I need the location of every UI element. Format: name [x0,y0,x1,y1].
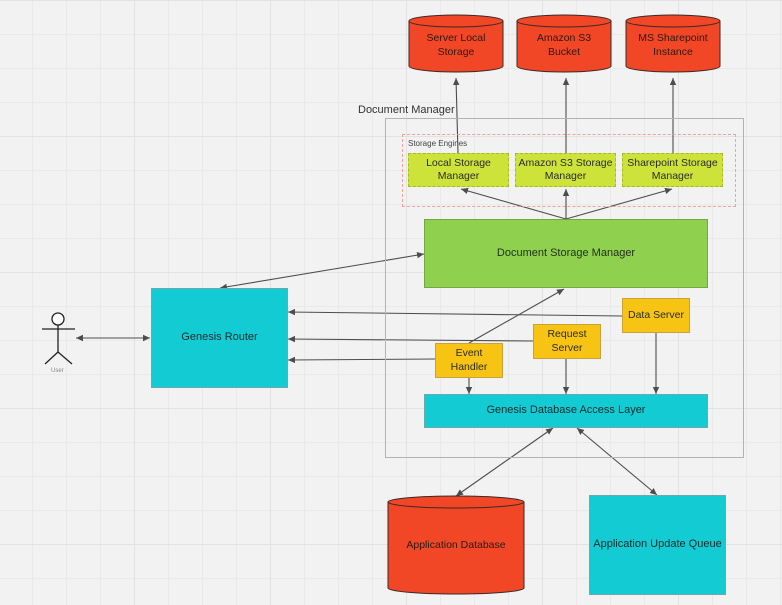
ms-sharepoint-instance-label: MS Sharepoint Instance [626,28,720,64]
data-server[interactable]: Data Server [622,298,690,333]
server-local-storage-label: Server Local Storage [409,28,503,64]
genesis-database-access-layer[interactable]: Genesis Database Access Layer [424,394,708,428]
sharepoint-storage-manager[interactable]: Sharepoint Storage Manager [622,153,723,187]
label-line: Event [455,347,483,360]
label-line: Local Storage [426,156,491,169]
label-line: MS Sharepoint [638,32,708,45]
label-line: Storage [437,46,475,58]
label-line: Manager [437,170,480,182]
genesis-router-label: Genesis Router [181,331,258,344]
event-handler[interactable]: Event Handler [435,343,503,378]
label-line: Server Local [426,32,486,45]
amazon-s3-storage-manager[interactable]: Amazon S3 Storage Manager [515,153,616,187]
user-actor-icon[interactable] [42,312,75,365]
genesis-router[interactable]: Genesis Router [151,288,288,388]
request-server[interactable]: Request Server [533,324,601,359]
database-access-layer-label: Genesis Database Access Layer [486,404,646,417]
document-storage-manager-label: Document Storage Manager [496,246,636,259]
local-storage-manager[interactable]: Local Storage Manager [408,153,509,187]
label-line: Amazon S3 [536,32,592,45]
label-line: Sharepoint Storage [627,156,718,169]
document-storage-manager[interactable]: Document Storage Manager [424,219,708,288]
label-line: Manager [544,170,587,182]
label-line: Amazon S3 Storage [518,156,613,169]
application-database-label: Application Database [388,510,524,582]
label-line: Manager [651,170,694,182]
label-line: Request [547,328,587,341]
user-label: User [51,368,64,374]
label-line: Server [551,341,583,354]
document-manager-title: Document Manager [358,104,455,116]
label-line: Application Database [406,539,506,552]
data-server-label: Data Server [627,308,685,321]
storage-engines-title: Storage Engines [408,139,468,148]
amazon-s3-bucket-label: Amazon S3 Bucket [517,28,611,64]
application-update-queue[interactable]: Application Update Queue [589,495,726,595]
label-line: Handler [450,360,488,373]
application-update-queue-label: Application Update Queue [593,538,722,551]
label-line: Bucket [547,46,581,58]
label-line: Instance [653,46,693,58]
